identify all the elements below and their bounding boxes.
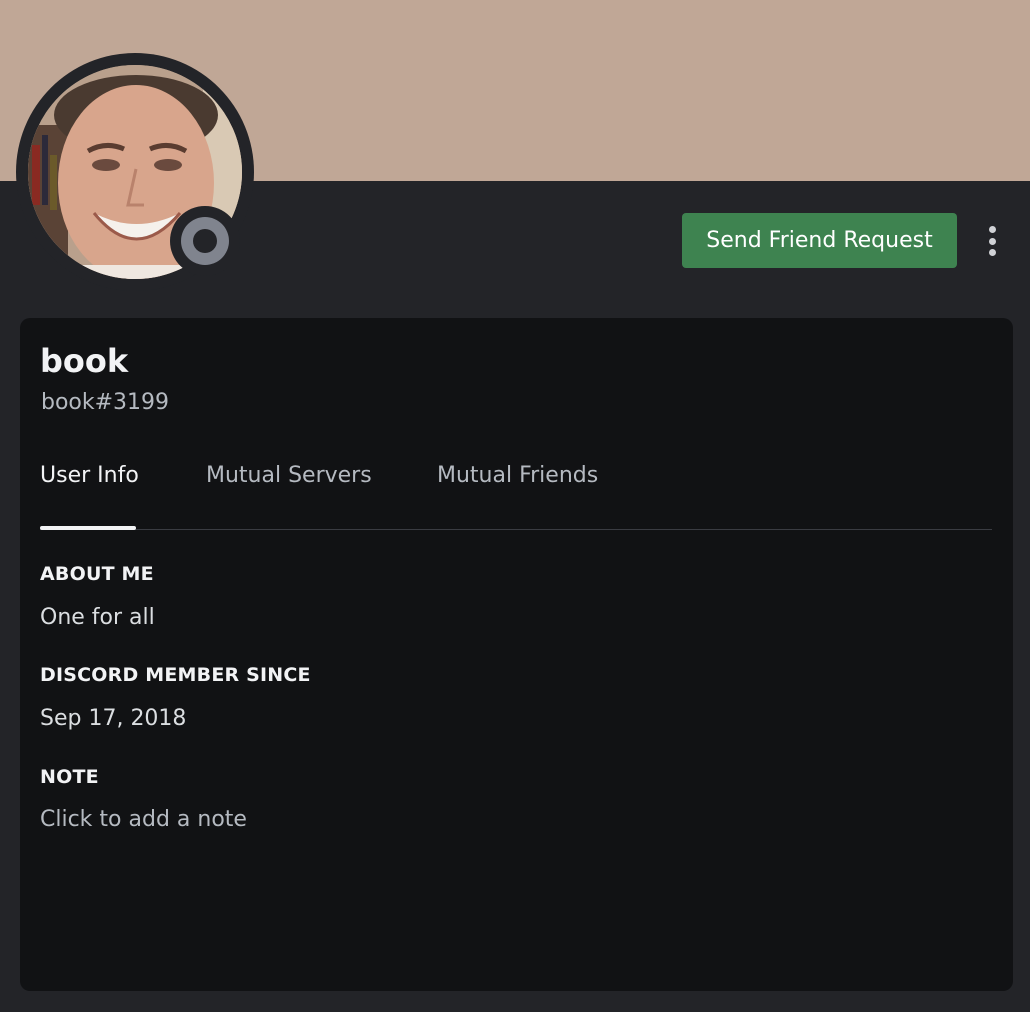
note-input[interactable]: Click to add a note <box>40 804 640 836</box>
about-me-heading: ABOUT ME <box>40 563 154 585</box>
more-dot <box>988 226 996 233</box>
username-tag: book#3199 <box>41 390 170 415</box>
member-since-heading: DISCORD MEMBER SINCE <box>40 664 311 686</box>
offline-status-icon <box>181 217 229 265</box>
tab-user-info[interactable]: User Info <box>40 460 139 492</box>
profile-card <box>20 318 1013 991</box>
about-me-text: One for all <box>40 605 155 630</box>
tab-divider <box>40 529 992 530</box>
member-since-date: Sep 17, 2018 <box>40 706 187 731</box>
display-name: book <box>40 342 129 380</box>
tab-mutual-servers[interactable]: Mutual Servers <box>206 460 372 492</box>
note-heading: NOTE <box>40 766 99 788</box>
more-dot <box>988 249 996 256</box>
more-dot <box>988 237 996 245</box>
send-friend-request-button[interactable]: Send Friend Request <box>682 213 957 268</box>
tab-mutual-friends[interactable]: Mutual Friends <box>437 460 598 492</box>
more-vertical-icon[interactable] <box>980 224 1004 258</box>
active-tab-indicator <box>40 526 136 530</box>
